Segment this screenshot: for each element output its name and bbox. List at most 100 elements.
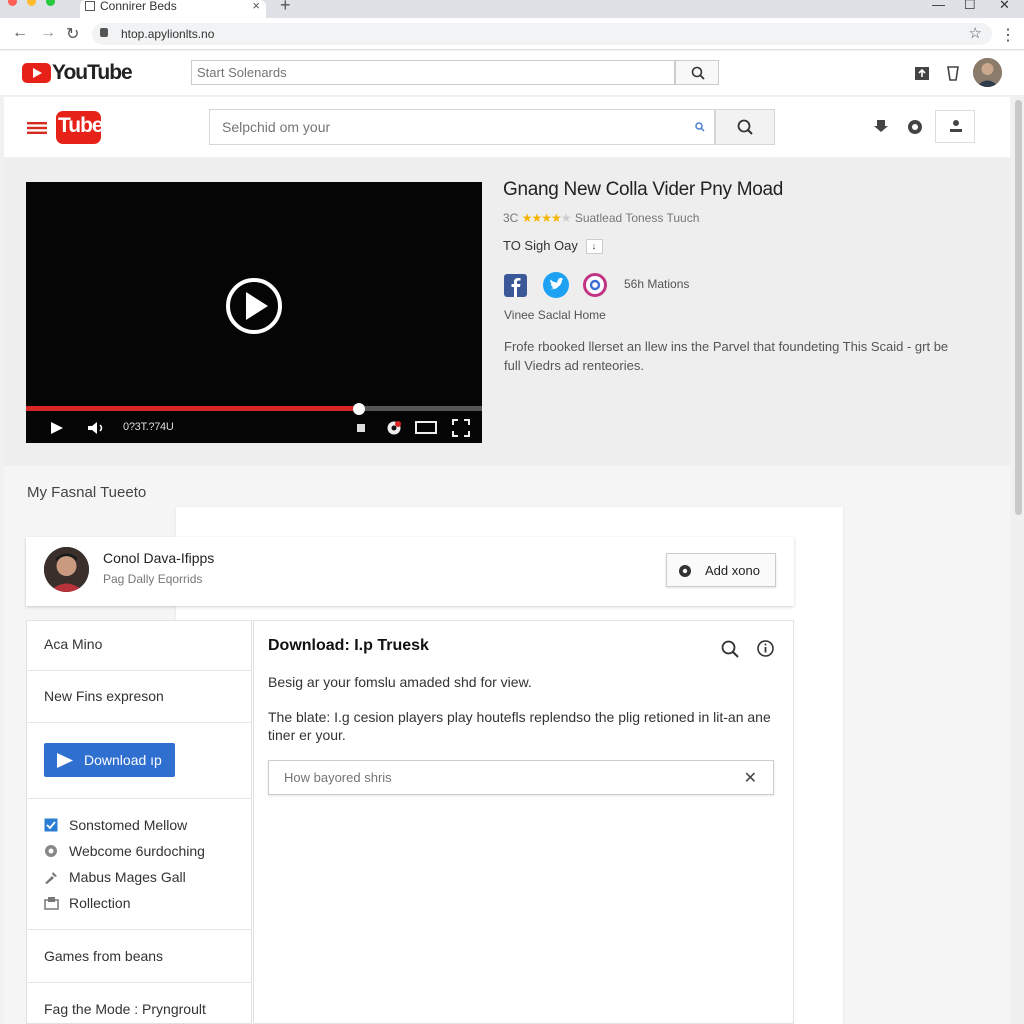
clear-icon[interactable]: ✕	[744, 768, 757, 788]
close-dot-icon[interactable]	[8, 0, 17, 6]
star-rating-icon: ★★★★	[521, 211, 562, 225]
info-icon[interactable]	[756, 639, 775, 658]
settings-gear-icon[interactable]	[385, 419, 403, 437]
fullscreen-icon[interactable]	[452, 419, 470, 437]
channel-row[interactable]: TO Sigh Oay ↓	[503, 238, 603, 254]
checkbox-row[interactable]: Sonstomed Mellow	[44, 817, 187, 833]
divider	[26, 798, 252, 799]
maximize-window-icon[interactable]: ☐	[964, 0, 976, 13]
option-row[interactable]: Rollection	[44, 895, 130, 911]
view-count: 56h Mations	[624, 277, 690, 291]
panel-search-input[interactable]	[269, 761, 729, 794]
sidebar-item-3[interactable]: Games from beans	[44, 948, 163, 964]
option-label: Rollection	[69, 895, 131, 911]
user-avatar[interactable]	[44, 547, 89, 592]
zoom-dot-icon[interactable]	[46, 0, 55, 6]
small-search-icon	[695, 122, 705, 132]
scrollbar-thumb[interactable]	[1015, 100, 1022, 515]
option-label: Mabus Mages Gall	[69, 869, 186, 885]
theater-mode-icon[interactable]	[415, 421, 437, 434]
channel-name[interactable]: TO Sigh Oay	[503, 238, 578, 253]
progress-scrubber[interactable]	[353, 403, 365, 415]
progress-bar-fill	[26, 406, 359, 411]
option-row[interactable]: Mabus Mages Gall	[44, 869, 186, 885]
search-input[interactable]	[192, 61, 674, 84]
search-icon	[737, 119, 753, 135]
circle-icon	[45, 845, 57, 857]
sidebar-item-2[interactable]: New Fins expreson	[44, 688, 164, 704]
back-arrow-icon[interactable]: ←	[12, 24, 28, 42]
account-button[interactable]	[935, 110, 975, 143]
upload-icon[interactable]	[914, 66, 930, 81]
download-button[interactable]: Download ıp	[44, 743, 175, 777]
browser-tab[interactable]: Connirer Beds ×	[80, 0, 266, 18]
video-time: 0?3T.?74U	[123, 421, 174, 433]
divider	[26, 670, 252, 671]
empty-star-icon: ★	[560, 211, 572, 225]
panel-text-1: Besig ar your fomslu amaded shd for view…	[268, 674, 532, 690]
bookmark-star-icon[interactable]: ☆	[969, 24, 982, 42]
search-button[interactable]	[675, 60, 719, 85]
tab-title: Connirer Beds	[100, 0, 177, 13]
forward-arrow-icon[interactable]: →	[40, 24, 56, 42]
divider	[26, 982, 252, 983]
youtube-logo-text[interactable]: YouTube	[52, 61, 133, 85]
new-tab-icon[interactable]: +	[280, 0, 291, 16]
twitter-icon[interactable]	[543, 272, 569, 298]
gear-icon	[679, 565, 691, 577]
facebook-icon[interactable]	[504, 274, 527, 297]
account-avatar[interactable]	[973, 58, 1002, 87]
instagram-icon[interactable]	[583, 273, 607, 297]
checkbox-checked-icon[interactable]	[44, 818, 59, 832]
main-search-input[interactable]	[210, 110, 680, 144]
main-search-field[interactable]	[209, 109, 715, 145]
reload-icon[interactable]: ↻	[66, 24, 79, 44]
section-title: My Fasnal Tueeto	[27, 484, 147, 501]
divider	[26, 722, 252, 723]
video-title: Gnang New Colla Vider Pny Moad	[503, 179, 784, 200]
lock-icon	[100, 28, 108, 37]
panel-text-2: The blate: I.g cesion players play houte…	[268, 709, 771, 743]
youtube-logo-badge[interactable]: Tube	[56, 111, 104, 144]
search-field[interactable]	[191, 60, 675, 85]
youtube-logo-badge-text: Tube	[58, 114, 104, 137]
notifications-icon[interactable]	[946, 65, 960, 81]
minimize-dot-icon[interactable]	[27, 0, 36, 6]
play-icon[interactable]	[49, 421, 65, 435]
add-button-label: Add xono	[705, 563, 760, 578]
checkbox-label: Sonstomed Mellow	[69, 817, 188, 833]
rating-row: 3C ★★★★★ Suatlead Toness Tuuch	[503, 211, 699, 225]
settings-icon[interactable]	[906, 118, 924, 136]
option-row[interactable]: Webcome 6urdoching	[44, 843, 205, 859]
volume-icon[interactable]	[87, 421, 105, 435]
collection-icon	[44, 897, 59, 910]
social-home-link[interactable]: Vinee Saclal Home	[504, 308, 606, 322]
add-button[interactable]: Add xono	[666, 553, 776, 587]
menu-icon[interactable]	[27, 122, 47, 134]
user-name[interactable]: Conol Dava-Ifipps	[103, 550, 214, 566]
close-window-icon[interactable]: ✕	[999, 0, 1010, 13]
browser-menu-icon[interactable]: ⋮	[1000, 25, 1016, 45]
youtube-logo-icon[interactable]	[22, 63, 51, 83]
panel-search-field[interactable]: ✕	[268, 760, 774, 795]
address-bar[interactable]: htop.apylionlts.no ☆	[92, 23, 992, 45]
play-triangle-icon	[57, 753, 73, 768]
panel-title: Download: I.p Truesk	[268, 637, 429, 654]
rating-label: Suatlead Toness Tuuch	[574, 211, 700, 225]
sidebar-item-4[interactable]: Fag the Mode : Pryngroult	[44, 1001, 206, 1017]
minimize-window-icon[interactable]: —	[932, 0, 945, 12]
play-circle-icon[interactable]	[224, 276, 284, 336]
page-icon	[85, 1, 95, 11]
main-search-button[interactable]	[715, 109, 775, 145]
tool-icon	[45, 872, 57, 884]
search-icon	[691, 66, 705, 80]
channel-badge-icon[interactable]: ↓	[585, 239, 603, 254]
stop-icon[interactable]	[357, 424, 365, 432]
search-icon[interactable]	[720, 639, 740, 659]
sidebar-item-1[interactable]: Aca Mino	[44, 636, 102, 652]
tab-close-icon[interactable]: ×	[252, 0, 260, 12]
download-arrow-icon[interactable]	[873, 118, 889, 134]
person-icon	[950, 120, 962, 132]
user-subtitle: Pag Dally Eqorrids	[103, 572, 203, 586]
divider	[26, 929, 252, 930]
